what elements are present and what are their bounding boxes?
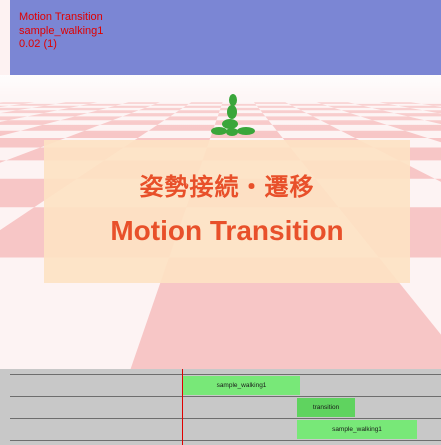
title-overlay: 姿勢接続・遷移 Motion Transition bbox=[44, 140, 410, 283]
hud-title: Motion Transition bbox=[19, 11, 103, 23]
clip-label: transition bbox=[312, 404, 340, 411]
app-window: Motion Transition sample_walking1 0.02 (… bbox=[0, 0, 441, 445]
timeline-playhead[interactable] bbox=[182, 369, 183, 445]
timeline-clip-walking-2[interactable]: sample_walking1 bbox=[297, 420, 417, 439]
track-divider bbox=[10, 440, 441, 441]
floor-fog bbox=[0, 75, 441, 135]
timeline-clip-transition[interactable]: transition bbox=[297, 398, 355, 417]
hud-overlay: Motion Transition sample_walking1 0.02 (… bbox=[19, 11, 103, 52]
hud-motion-name: sample_walking1 bbox=[19, 24, 104, 37]
clip-label: sample_walking1 bbox=[332, 426, 382, 433]
clip-label: sample_walking1 bbox=[216, 382, 267, 389]
title-japanese: 姿勢接続・遷移 bbox=[139, 173, 315, 201]
track-divider bbox=[10, 418, 441, 419]
track-divider bbox=[10, 374, 441, 375]
hud-time-readout: 0.02 (1) bbox=[19, 38, 57, 50]
timeline-clip-walking-1[interactable]: sample_walking1 bbox=[183, 376, 300, 395]
timeline-panel[interactable]: sample_walking1 transition sample_walkin… bbox=[0, 369, 441, 445]
track-divider bbox=[10, 396, 441, 397]
title-english: Motion Transition bbox=[110, 215, 344, 246]
